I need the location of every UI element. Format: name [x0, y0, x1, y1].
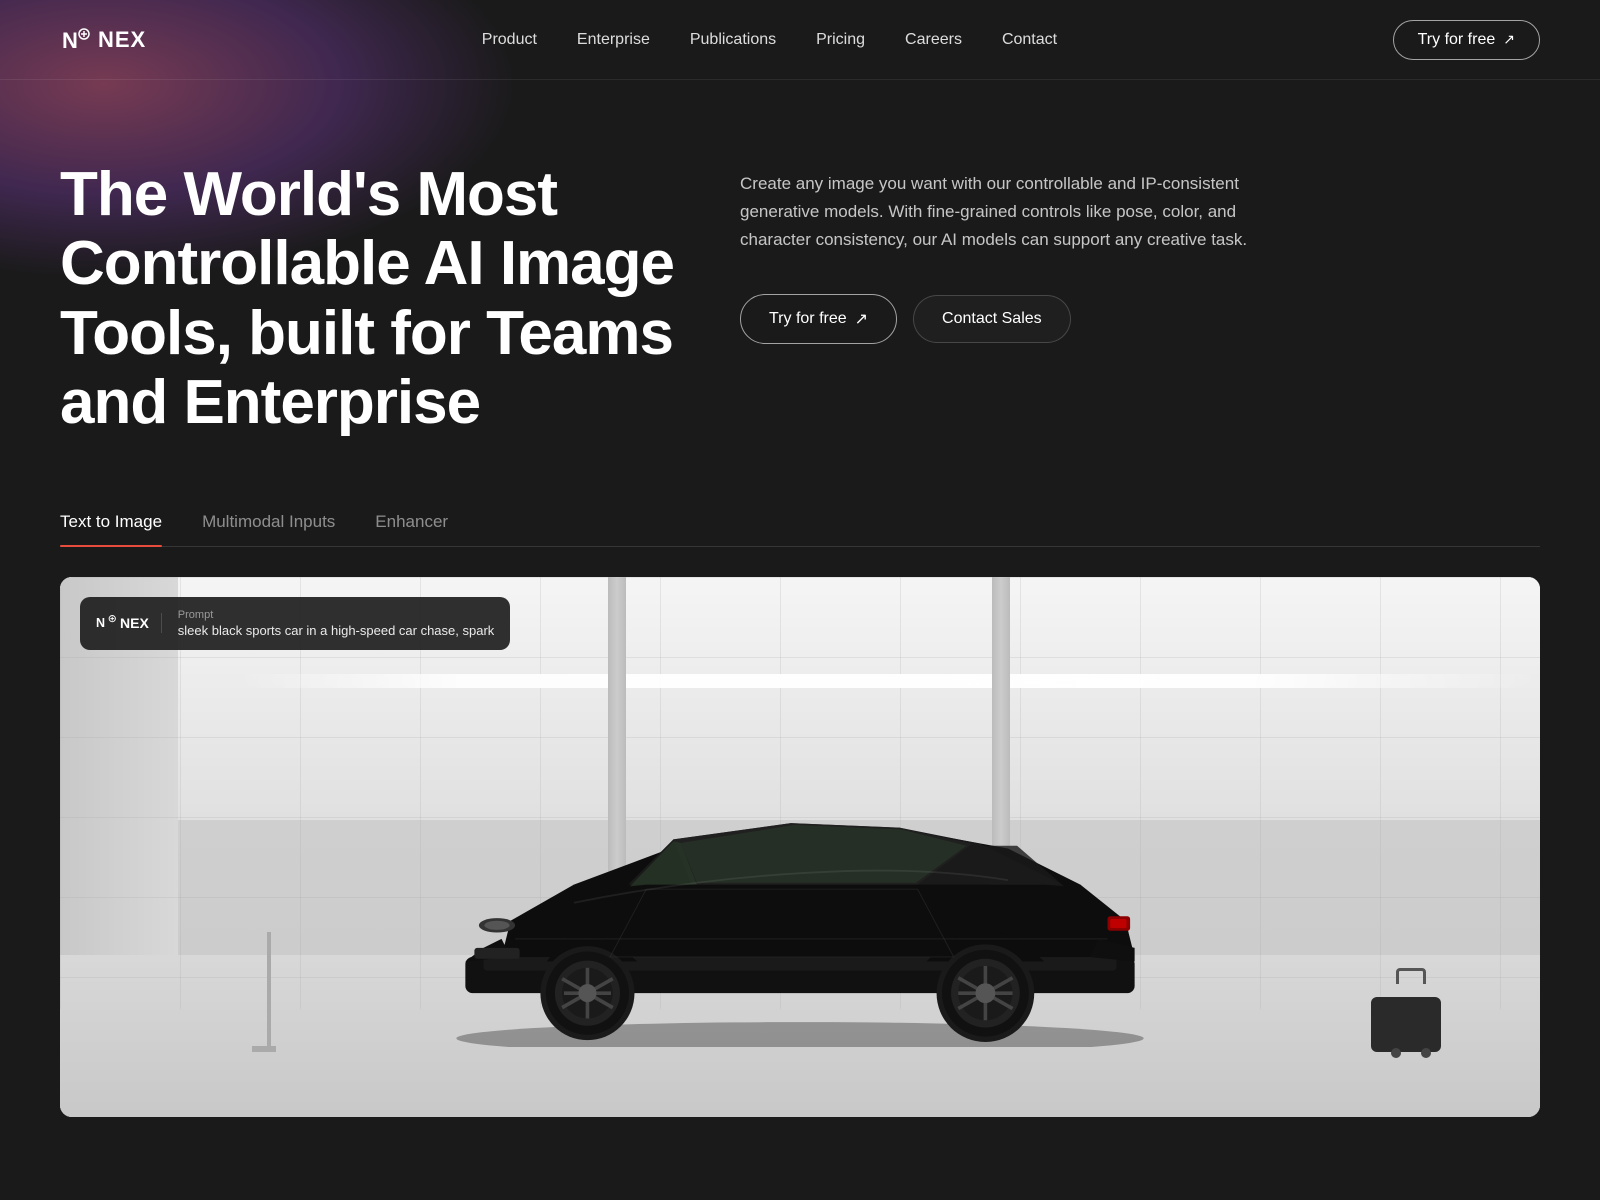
car-background: [60, 577, 1540, 1117]
nav-link-pricing[interactable]: Pricing: [816, 31, 865, 48]
luggage-handle: [1396, 968, 1426, 984]
nav-item-pricing[interactable]: Pricing: [816, 31, 865, 49]
hero-buttons: Try for free ↗ Contact Sales: [740, 294, 1260, 344]
nav-cta-label: Try for free: [1418, 31, 1496, 49]
hero-right: Create any image you want with our contr…: [740, 160, 1260, 344]
tabs-section: Text to Image Multimodal Inputs Enhancer: [0, 498, 1600, 577]
luggage-body: [1371, 997, 1441, 1052]
prompt-label: Prompt: [178, 609, 495, 621]
luggage-wheel-left: [1391, 1048, 1401, 1058]
hero-try-free-button[interactable]: Try for free ↗: [740, 294, 897, 344]
tab-text-to-image[interactable]: Text to Image: [60, 498, 162, 546]
hero-description: Create any image you want with our contr…: [740, 170, 1260, 254]
logo-text: NEX: [98, 27, 146, 53]
car-svg: [393, 758, 1207, 1047]
svg-text:N: N: [96, 616, 105, 630]
demo-area: N NEX Prompt sleek black sports car in a…: [60, 577, 1540, 1117]
hero-try-free-arrow-icon: ↗: [855, 309, 868, 329]
svg-text:N: N: [62, 28, 79, 53]
logo-icon: N: [60, 24, 92, 56]
prompt-logo-text: NEX: [120, 615, 149, 631]
tab-text-to-image-label: Text to Image: [60, 512, 162, 531]
nav-item-publications[interactable]: Publications: [690, 31, 776, 49]
hero-contact-sales-label: Contact Sales: [942, 310, 1042, 328]
floor-stand-base: [252, 1046, 276, 1052]
nav-link-contact[interactable]: Contact: [1002, 31, 1057, 48]
prompt-content: Prompt sleek black sports car in a high-…: [178, 609, 495, 638]
navbar: N NEX Product Enterprise Publications Pr…: [0, 0, 1600, 80]
nav-links: Product Enterprise Publications Pricing …: [482, 31, 1057, 49]
luggage-wheel-right: [1421, 1048, 1431, 1058]
hero-left: The World's Most Controllable AI Image T…: [60, 160, 680, 438]
nav-item-contact[interactable]: Contact: [1002, 31, 1057, 49]
nav-link-publications[interactable]: Publications: [690, 31, 776, 48]
prompt-overlay: N NEX Prompt sleek black sports car in a…: [80, 597, 510, 650]
hero-try-free-label: Try for free: [769, 310, 847, 328]
tab-multimodal-label: Multimodal Inputs: [202, 512, 335, 531]
hero-contact-sales-button[interactable]: Contact Sales: [913, 295, 1071, 343]
nav-link-careers[interactable]: Careers: [905, 31, 962, 48]
nav-item-enterprise[interactable]: Enterprise: [577, 31, 650, 49]
tab-enhancer[interactable]: Enhancer: [375, 498, 448, 546]
tab-enhancer-label: Enhancer: [375, 512, 448, 531]
nav-cta-arrow-icon: ↗: [1503, 31, 1515, 48]
hero-title: The World's Most Controllable AI Image T…: [60, 160, 680, 438]
luggage-wheels: [1391, 1048, 1431, 1058]
car-image: [393, 758, 1207, 1052]
light-strip-2: [800, 674, 1540, 688]
hero-section: The World's Most Controllable AI Image T…: [0, 80, 1600, 498]
nav-item-product[interactable]: Product: [482, 31, 537, 49]
tabs-container: Text to Image Multimodal Inputs Enhancer: [60, 498, 1540, 547]
nav-link-enterprise[interactable]: Enterprise: [577, 31, 650, 48]
prompt-text: sleek black sports car in a high-speed c…: [178, 623, 495, 638]
luggage: [1371, 982, 1451, 1052]
logo[interactable]: N NEX: [60, 24, 146, 56]
nav-try-free-button[interactable]: Try for free ↗: [1393, 20, 1540, 60]
nav-item-careers[interactable]: Careers: [905, 31, 962, 49]
prompt-logo: N NEX: [96, 613, 162, 633]
tab-multimodal-inputs[interactable]: Multimodal Inputs: [202, 498, 335, 546]
floor-stand: [267, 932, 271, 1052]
nav-link-product[interactable]: Product: [482, 31, 537, 48]
prompt-logo-icon: N: [96, 613, 116, 633]
